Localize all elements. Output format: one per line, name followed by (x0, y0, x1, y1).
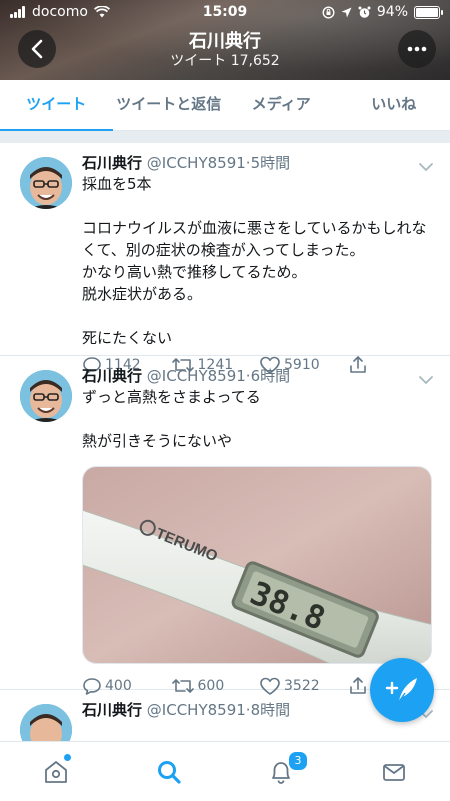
more-button[interactable] (398, 30, 436, 68)
location-icon (341, 7, 352, 18)
bottom-navigation: 3 (0, 741, 450, 801)
tweet-line (82, 195, 436, 217)
profile-header: docomo 15:09 94% 石川典行 ツイート 17,652 (0, 0, 450, 80)
tweet-header: 石川典行 @ICCHY8591·5時間 (82, 153, 436, 173)
nav-search[interactable] (113, 742, 226, 801)
compose-feather-icon (385, 675, 419, 705)
tweet-line: くて、別の症状の検査が入ってしまった。 (82, 239, 436, 261)
mail-icon (381, 759, 407, 785)
divider (0, 131, 450, 143)
tweet-author-name[interactable]: 石川典行 (82, 701, 142, 719)
tweet-media-image[interactable]: TERUMO 38.8 (82, 466, 432, 664)
tweet-text: ずっと高熱をさまよってる 熱が引きそうにないや (82, 386, 436, 452)
tweet-line: 脱水症状がある。 (82, 283, 436, 305)
thermometer-photo: TERUMO 38.8 (83, 467, 431, 663)
avatar[interactable] (20, 370, 72, 422)
tweet-author-name[interactable]: 石川典行 (82, 367, 142, 385)
nav-messages[interactable] (338, 742, 450, 801)
tweet-line: 死にたくない (82, 327, 436, 349)
nav-notifications[interactable]: 3 (225, 742, 338, 801)
tweet-line: ずっと高熱をさまよってる (82, 386, 436, 408)
status-bar: docomo 15:09 94% (0, 0, 450, 26)
tweet-author-handle[interactable]: @ICCHY8591 (147, 154, 246, 172)
tweet-line: 採血を5本 (82, 173, 436, 195)
tweet-time: 8時間 (251, 701, 291, 719)
alarm-icon (358, 6, 371, 19)
avatar[interactable] (20, 704, 72, 741)
tweet-line (82, 305, 436, 327)
tab-media[interactable]: メディア (225, 80, 338, 130)
tweet-line: かなり高い熱で推移してるため。 (82, 261, 436, 283)
tweet[interactable]: 石川典行 @ICCHY8591·5時間 採血を5本 コロナウイルスが血液に悪さを… (0, 143, 450, 356)
tweet-author-handle[interactable]: @ICCHY8591 (147, 367, 246, 385)
notification-badge: 3 (287, 750, 309, 772)
rotation-lock-icon (322, 6, 335, 19)
tweet-line: コロナウイルスが血液に悪さをしているかもしれな (82, 217, 436, 239)
profile-name: 石川典行 (0, 32, 450, 52)
home-icon (43, 759, 69, 785)
tweet-time: 5時間 (251, 154, 291, 172)
chevron-down-icon[interactable] (418, 157, 434, 176)
tweet-line: 熱が引きそうにないや (82, 430, 436, 452)
tweet-feed: 石川典行 @ICCHY8591·5時間 採血を5本 コロナウイルスが血液に悪さを… (0, 143, 450, 741)
header-title: 石川典行 ツイート 17,652 (0, 32, 450, 70)
avatar[interactable] (20, 157, 72, 209)
tab-tweets-and-replies[interactable]: ツイートと返信 (113, 80, 226, 130)
tweet-time: 6時間 (251, 367, 291, 385)
new-content-dot (64, 754, 71, 761)
tweet-line (82, 408, 436, 430)
tab-likes[interactable]: いいね (338, 80, 450, 130)
tweet-count: ツイート 17,652 (0, 52, 450, 70)
tab-tweets[interactable]: ツイート (0, 80, 113, 130)
chevron-down-icon[interactable] (418, 370, 434, 389)
tweet-author-handle[interactable]: @ICCHY8591 (147, 701, 246, 719)
battery-percent: 94% (377, 4, 408, 20)
search-icon (156, 759, 182, 785)
profile-tabs: ツイート ツイートと返信 メディア いいね (0, 80, 450, 131)
tweet-header: 石川典行 @ICCHY8591·6時間 (82, 366, 436, 386)
tweet[interactable]: 石川典行 @ICCHY8591·6時間 ずっと高熱をさまよってる 熱が引きそうに… (0, 356, 450, 690)
battery-icon (414, 6, 440, 19)
more-icon (407, 46, 427, 52)
nav-home[interactable] (0, 742, 113, 801)
compose-tweet-button[interactable] (370, 658, 434, 722)
tweet-author-name[interactable]: 石川典行 (82, 154, 142, 172)
tweet-text: 採血を5本 コロナウイルスが血液に悪さをしているかもしれな くて、別の症状の検査… (82, 173, 436, 349)
